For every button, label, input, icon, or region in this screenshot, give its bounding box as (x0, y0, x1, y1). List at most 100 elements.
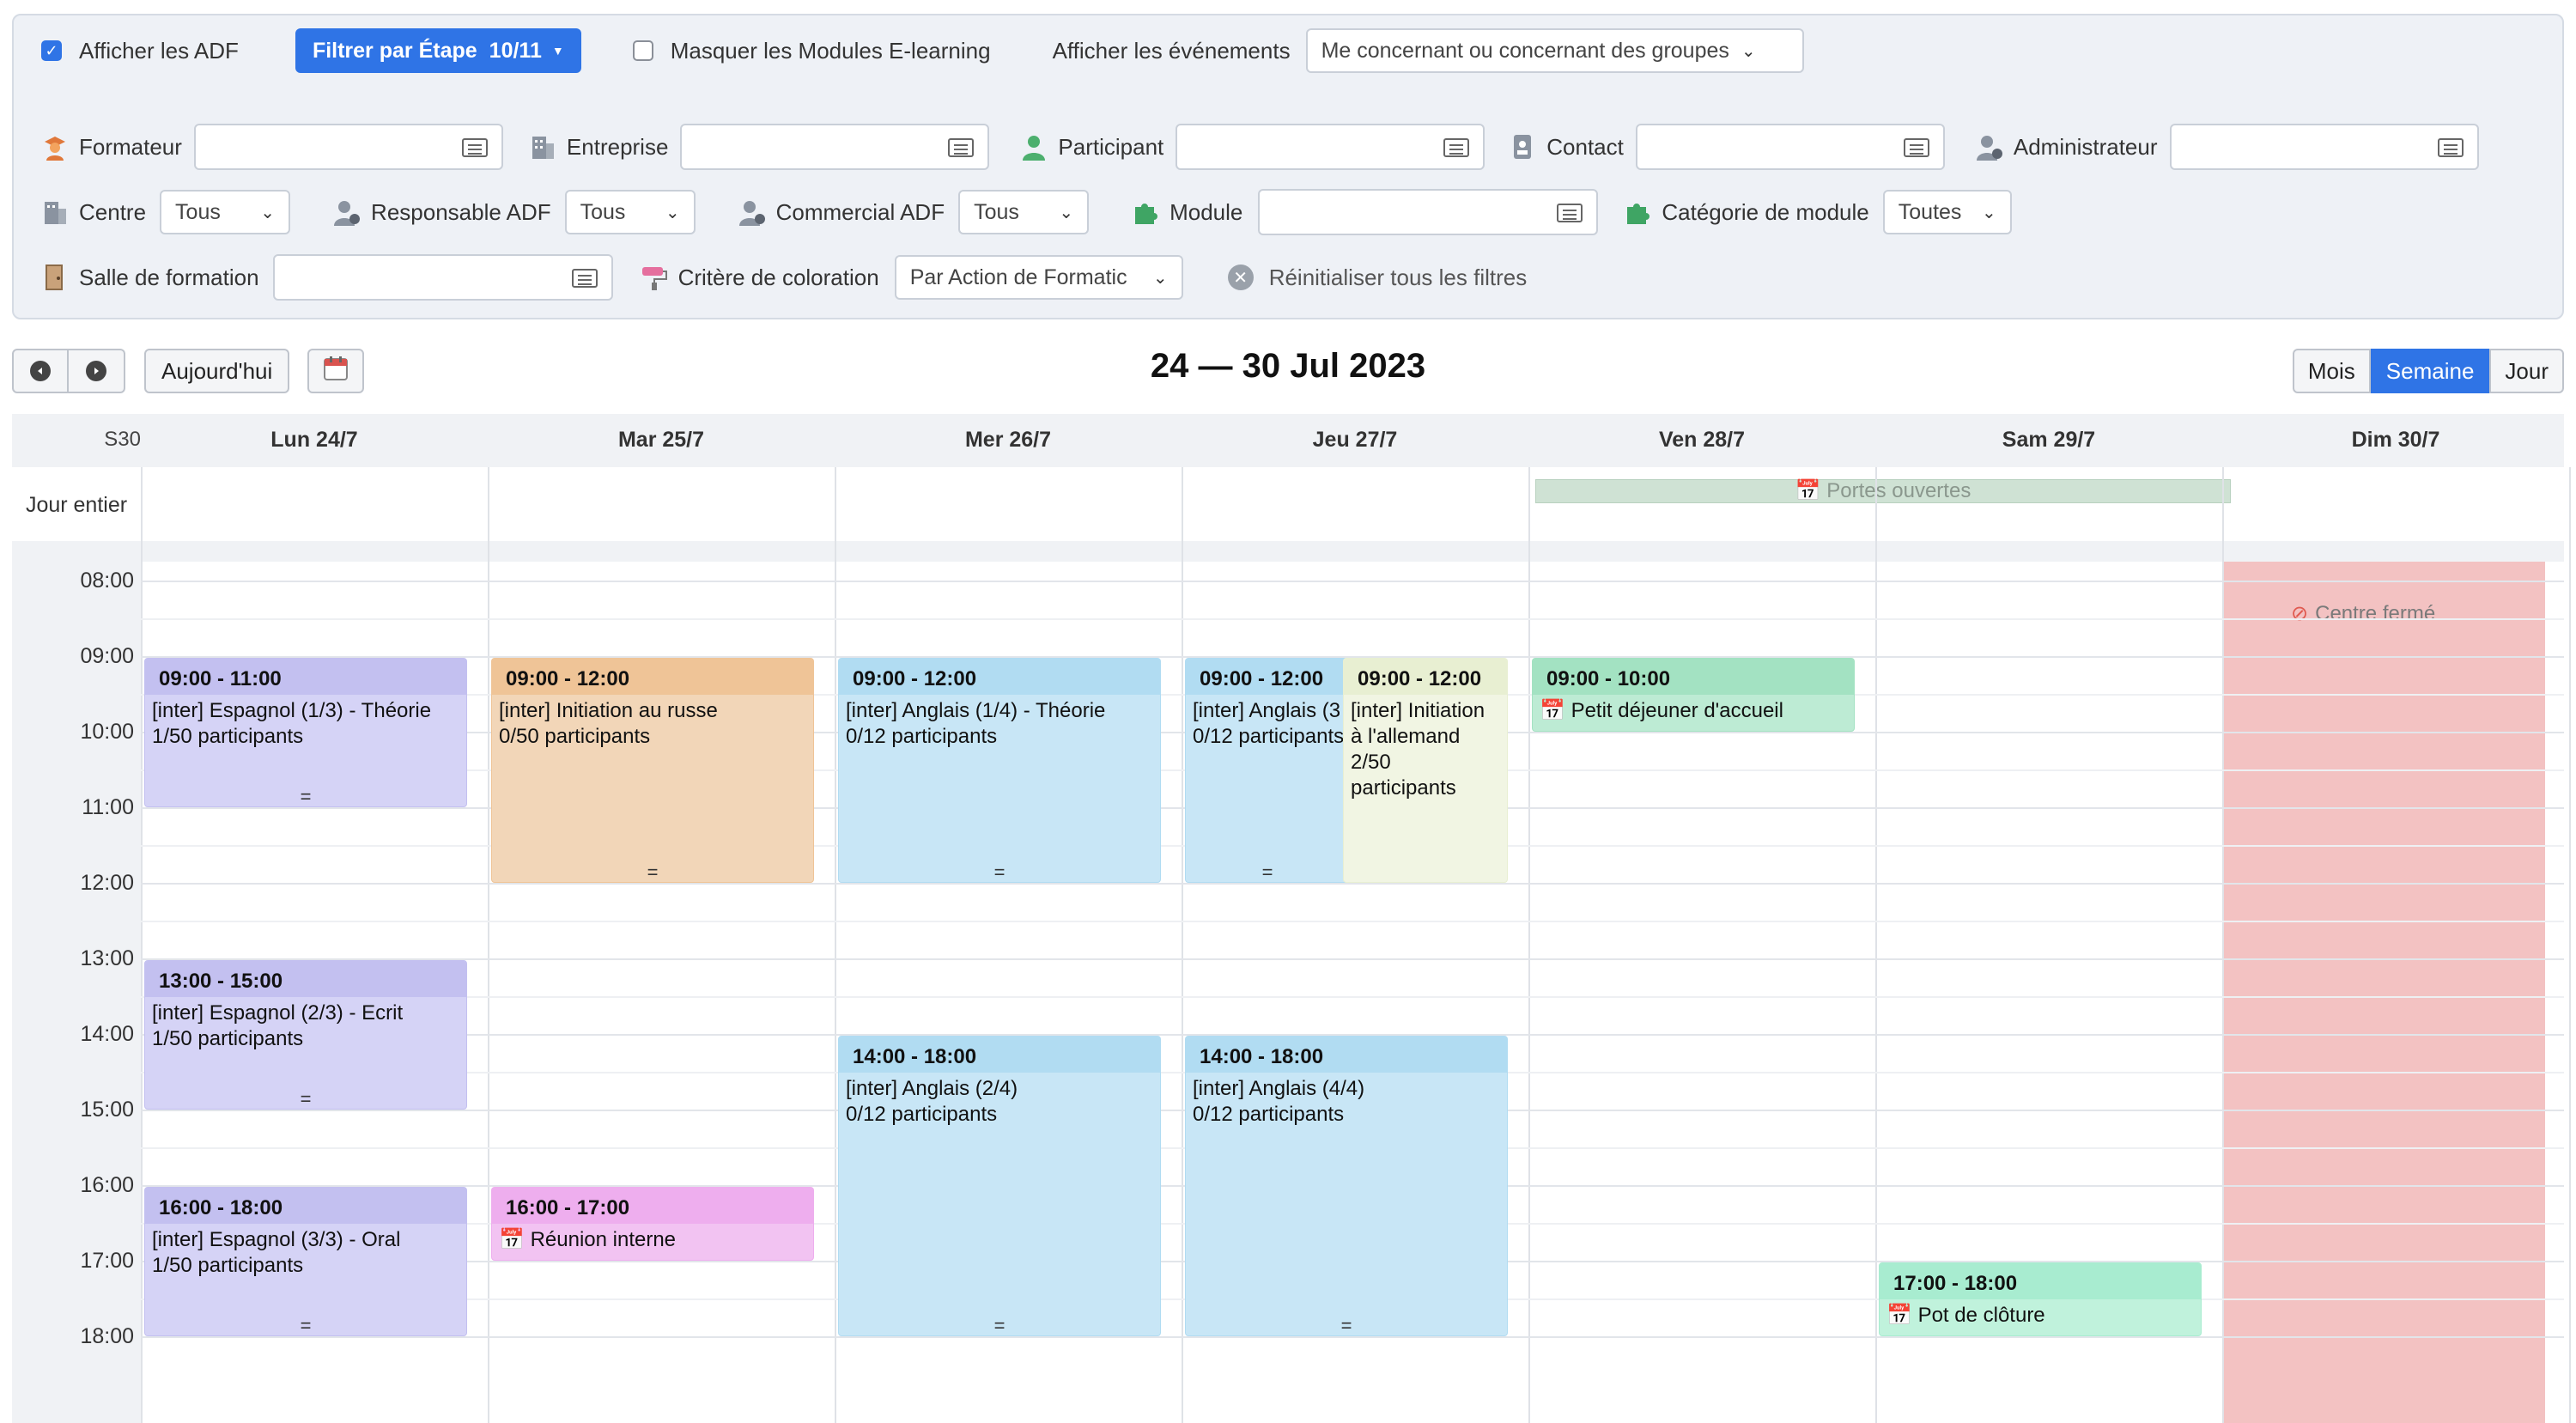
calendar-event[interactable]: 16:00 - 17:00 📅 Réunion interne (491, 1187, 814, 1261)
show-events-value: Me concernant ou concernant des groupes (1321, 38, 1729, 63)
event-time: 14:00 - 18:00 (839, 1037, 1160, 1073)
list-icon[interactable] (461, 138, 488, 157)
time-label: 18:00 (80, 1324, 134, 1348)
event-calendar-icon: 📅 (499, 1228, 531, 1251)
calendar-event[interactable]: 09:00 - 12:00 [inter] Initiation à l'alle… (1343, 658, 1508, 883)
calendar-event[interactable]: 09:00 - 10:00 📅 Petit déjeuner d'accueil (1532, 658, 1855, 732)
module-category-select[interactable]: Toutes ⌄ (1882, 190, 2012, 234)
room-picker[interactable] (272, 254, 613, 301)
company-picker[interactable] (680, 124, 990, 170)
next-week-button[interactable] (69, 349, 125, 393)
event-time: 09:00 - 12:00 (839, 659, 1160, 695)
event-participants: 1/50 participants (152, 1027, 304, 1050)
list-icon[interactable] (571, 269, 598, 288)
adf-manager-select[interactable]: Tous ⌄ (564, 190, 696, 234)
day-header: Jeu 27/7 (1312, 428, 1398, 452)
allday-event-open-house[interactable]: 📅 Portes ouvertes (1535, 479, 2231, 503)
today-button[interactable]: Aujourd'hui (144, 349, 290, 393)
reset-filters-label: Réinitialiser tous les filtres (1268, 264, 1528, 290)
time-label: 14:00 (80, 1022, 134, 1046)
event-body: 📅 Petit déjeuner d'accueil (1533, 695, 1854, 727)
filter-row-1: ✓ Afficher les ADF Filtrer par Étape 10/… (41, 26, 2545, 76)
view-day-button[interactable]: Jour (2489, 349, 2564, 393)
hide-elearning-label: Masquer les Modules E-learning (670, 37, 991, 64)
center-label: Centre (79, 198, 147, 225)
admin-label: Administrateur (2013, 133, 2158, 160)
company-icon (529, 133, 556, 161)
show-events-select[interactable]: Me concernant ou concernant des groupes … (1305, 28, 1804, 73)
filter-step-button[interactable]: Filtrer par Étape 10/11 ▼ (295, 28, 581, 73)
reset-filters-link[interactable]: ✕ Réinitialiser tous les filtres (1227, 264, 1528, 291)
contact-picker[interactable] (1635, 124, 1945, 170)
module-puzzle-icon (1132, 198, 1159, 226)
list-icon[interactable] (1443, 138, 1470, 157)
resize-handle[interactable]: = (145, 1317, 466, 1335)
event-body: [inter] Anglais (3 0/12 participants (1186, 695, 1349, 753)
view-month-button[interactable]: Mois (2292, 349, 2371, 393)
hour-line (141, 958, 2564, 960)
adf-sales-select[interactable]: Tous ⌄ (958, 190, 1090, 234)
show-adf-checkbox[interactable]: ✓ (41, 40, 62, 61)
module-label: Module (1170, 198, 1243, 225)
calendar-event[interactable]: 14:00 - 18:00 [inter] Anglais (2/4) 0/12 p… (838, 1036, 1161, 1336)
adf-sales-value: Tous (974, 199, 1019, 224)
participant-picker[interactable] (1176, 124, 1485, 170)
event-participants: 2/50 participants (1351, 751, 1456, 800)
resize-handle[interactable]: = (145, 788, 466, 806)
calendar-event[interactable]: 16:00 - 18:00 [inter] Espagnol (3/3) - Or… (144, 1187, 467, 1336)
event-title: [inter] Espagnol (1/3) - Théorie (152, 699, 432, 722)
day-column-divider (2569, 467, 2571, 1423)
calendar-event[interactable]: 17:00 - 18:00 📅 Pot de clôture (1879, 1262, 2202, 1336)
allday-event-title: Portes ouvertes (1826, 479, 1971, 502)
view-week-button[interactable]: Semaine (2370, 349, 2490, 393)
calendar-event[interactable]: 09:00 - 12:00 [inter] Initiation au russe… (491, 658, 814, 883)
module-category-puzzle-icon (1624, 198, 1651, 226)
company-label: Entreprise (566, 133, 669, 160)
event-calendar-icon: 📅 (1795, 479, 1821, 502)
adf-manager-label: Responsable ADF (371, 198, 551, 225)
time-label: 15:00 (80, 1098, 134, 1122)
resize-handle[interactable]: = (145, 1090, 466, 1109)
calendar-event[interactable]: 14:00 - 18:00 [inter] Anglais (4/4) 0/12 p… (1185, 1036, 1508, 1336)
list-icon[interactable] (1903, 138, 1929, 157)
event-title: [inter] Initiation à l'allemand (1351, 699, 1485, 748)
event-title: [inter] Espagnol (2/3) - Ecrit (152, 1001, 404, 1025)
adf-sales-label: Commercial ADF (775, 198, 945, 225)
day-header: Mar 25/7 (617, 428, 705, 452)
date-picker-button[interactable] (307, 349, 364, 393)
time-label: 16:00 (80, 1173, 134, 1197)
resize-handle[interactable]: = (492, 863, 813, 882)
module-picker[interactable] (1258, 189, 1599, 235)
trainer-picker[interactable] (193, 124, 503, 170)
adf-manager-icon (333, 198, 361, 226)
event-body: [inter] Anglais (1/4) - Théorie 0/12 part… (839, 695, 1160, 753)
calendar-event[interactable]: 09:00 - 12:00 [inter] Anglais (3 0/12 part… (1185, 658, 1350, 883)
event-participants: 0/50 participants (499, 725, 651, 748)
module-category-value: Toutes (1898, 199, 1962, 224)
resize-handle[interactable]: = (1186, 1317, 1507, 1335)
resize-handle[interactable]: = (839, 1317, 1160, 1335)
prev-week-button[interactable] (12, 349, 69, 393)
allday-separator (12, 541, 2564, 562)
time-gutter (12, 562, 141, 1423)
admin-picker[interactable] (2169, 124, 2479, 170)
list-icon[interactable] (2437, 138, 2464, 157)
center-select[interactable]: Tous ⌄ (160, 190, 291, 234)
coloring-select[interactable]: Par Action de Formatic ⌄ (894, 255, 1183, 300)
time-label: 17:00 (80, 1249, 134, 1273)
calendar-event[interactable]: 09:00 - 12:00 [inter] Anglais (1/4) - Thé… (838, 658, 1161, 883)
coloring-value: Par Action de Formatic (909, 265, 1127, 289)
resize-handle[interactable]: = (839, 863, 1160, 882)
resize-handle[interactable]: = (1186, 863, 1349, 882)
week-number: S30 (104, 428, 141, 451)
list-icon[interactable] (1557, 204, 1583, 222)
event-title: [inter] Initiation au russe (499, 699, 718, 722)
calendar-icon (322, 355, 349, 388)
arrow-left-icon (30, 361, 51, 381)
event-time: 13:00 - 15:00 (145, 961, 466, 997)
calendar-event[interactable]: 13:00 - 15:00 [inter] Espagnol (2/3) - Ec… (144, 960, 467, 1110)
list-icon[interactable] (948, 138, 975, 157)
calendar-event[interactable]: 09:00 - 11:00 [inter] Espagnol (1/3) - Th… (144, 658, 467, 807)
day-header: Dim 30/7 (2351, 428, 2440, 452)
hide-elearning-checkbox[interactable] (632, 40, 653, 61)
